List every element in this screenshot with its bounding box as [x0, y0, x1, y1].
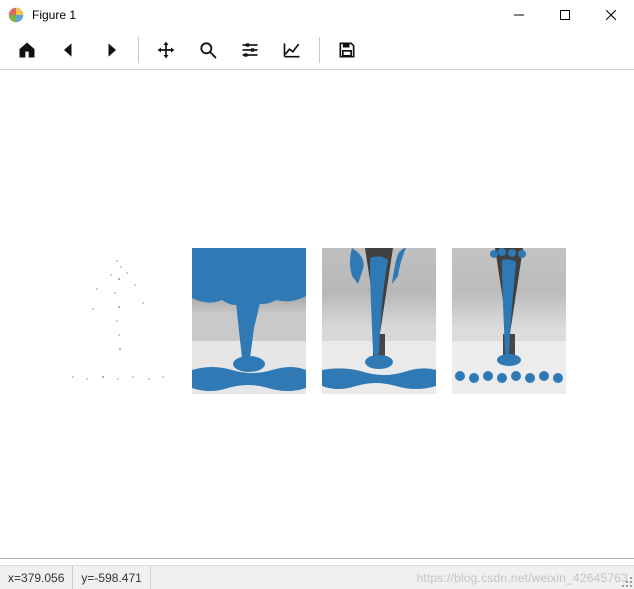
app-icon [8, 7, 24, 23]
window-title: Figure 1 [32, 8, 76, 22]
save-button[interactable] [330, 33, 364, 67]
toolbar-separator [319, 37, 320, 63]
figure-canvas[interactable] [0, 70, 634, 558]
pan-button[interactable] [149, 33, 183, 67]
status-y-value: -598.471 [94, 571, 141, 585]
status-bar-wrap: x=379.056 y=-598.471 https://blog.csdn.n… [0, 558, 634, 589]
status-x-label: x= [8, 571, 21, 585]
toolbar [0, 30, 634, 70]
status-y-label: y= [81, 571, 94, 585]
subplot-4[interactable] [452, 248, 566, 394]
title-bar: Figure 1 [0, 0, 634, 30]
status-y: y=-598.471 [73, 571, 149, 585]
subplot-row [62, 248, 566, 394]
back-button[interactable] [52, 33, 86, 67]
status-bar: x=379.056 y=-598.471 https://blog.csdn.n… [0, 565, 634, 589]
subplot-1[interactable] [62, 248, 176, 394]
forward-button[interactable] [94, 33, 128, 67]
toolbar-separator [138, 37, 139, 63]
configure-subplots-button[interactable] [233, 33, 267, 67]
subplot-3[interactable] [322, 248, 436, 394]
edit-axis-button[interactable] [275, 33, 309, 67]
status-x: x=379.056 [0, 571, 72, 585]
zoom-button[interactable] [191, 33, 225, 67]
home-button[interactable] [10, 33, 44, 67]
status-x-value: 379.056 [21, 571, 64, 585]
status-separator [150, 566, 151, 589]
figure-window: Figure 1 [0, 0, 634, 589]
watermark-text: https://blog.csdn.net/weixin_42645763 [416, 566, 628, 589]
maximize-button[interactable] [542, 0, 588, 30]
minimize-button[interactable] [496, 0, 542, 30]
subplot-2[interactable] [192, 248, 306, 394]
resize-grip[interactable] [620, 575, 632, 587]
close-button[interactable] [588, 0, 634, 30]
